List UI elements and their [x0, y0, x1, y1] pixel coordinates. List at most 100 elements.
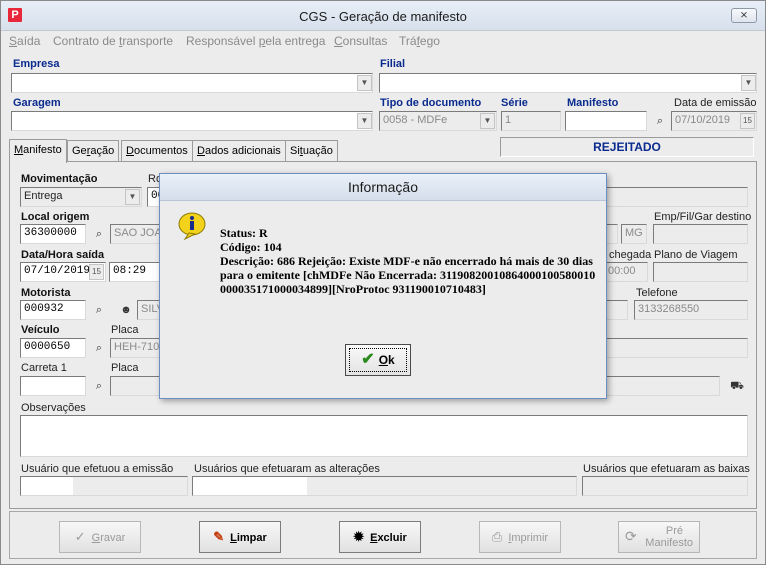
refresh-icon: ⟳	[625, 528, 637, 544]
observacoes-textarea[interactable]	[20, 415, 748, 457]
truck-icon[interactable]: ⛟	[728, 377, 746, 395]
veiculo-description-field[interactable]	[604, 338, 748, 358]
checkmark-icon: ✓	[74, 529, 86, 544]
telefone-field[interactable]: 3133268550	[634, 300, 748, 320]
uf-field[interactable]: MG	[621, 224, 647, 244]
tab-manifesto[interactable]: Manifesto	[9, 139, 67, 163]
filial-label: Filial	[380, 58, 406, 70]
window-title: CGS - Geração de manifesto	[299, 9, 467, 24]
tab-dados-adicionais[interactable]: Dados adicionais	[192, 140, 286, 162]
movimentacao-combo[interactable]: Entrega	[20, 187, 142, 207]
hora-saida-field[interactable]: 08:29	[109, 262, 161, 282]
local-origem-code-field[interactable]: 36300000	[20, 224, 86, 244]
carreta-label: Carreta 1	[21, 362, 67, 374]
codigo-line: Código: 104	[220, 240, 282, 254]
gravar-button[interactable]: ✓ Gravar	[59, 521, 141, 553]
veiculo-code-field[interactable]: 0000650	[20, 338, 86, 358]
carreta-placa-label: Placa	[111, 362, 139, 374]
binoculars-search-icon[interactable]: ⌕	[651, 112, 669, 130]
movimentacao-label: Movimentação	[21, 173, 98, 185]
chevron-down-icon[interactable]: ▼	[357, 75, 372, 91]
local-origem-label: Local origem	[21, 211, 90, 223]
veiculo-label: Veículo	[21, 324, 60, 336]
ro-description-field[interactable]	[604, 187, 748, 207]
tab-geracao[interactable]: Geração	[67, 140, 120, 162]
status-line: Status: R	[220, 226, 268, 240]
status-badge: REJEITADO	[500, 137, 754, 157]
empresa-combo[interactable]	[11, 73, 373, 93]
emp-fil-gar-destino-field[interactable]	[653, 224, 748, 244]
printer-icon: ⎙	[491, 529, 503, 544]
garagem-combo[interactable]	[11, 111, 373, 131]
carreta-code-field[interactable]	[20, 376, 86, 396]
local-origem-name-field[interactable]: SAO JOAO	[110, 224, 160, 244]
dialog-title: Informação	[160, 174, 606, 201]
observacoes-label: Observações	[21, 402, 86, 414]
limpar-button[interactable]: ✎ Limpar	[199, 521, 281, 553]
binoculars-search-icon[interactable]: ⌕	[90, 339, 108, 357]
ok-button[interactable]: ✔ Ok	[345, 344, 411, 376]
info-icon	[177, 212, 211, 241]
dialog-message: Status: R Código: 104 Descrição: 686 Rej…	[220, 226, 598, 296]
carreta-placa-field[interactable]	[110, 376, 160, 396]
motorista-name-field[interactable]: SILV	[137, 300, 161, 320]
filial-combo[interactable]	[379, 73, 757, 93]
placa-label: Placa	[111, 324, 139, 336]
motorista-label: Motorista	[21, 287, 71, 299]
menu-trafego[interactable]: Tráfego	[399, 34, 440, 48]
usuarios-alteracoes-label: Usuários que efetuaram as alterações	[194, 463, 380, 475]
menu-bar: Saída Contrato de transporte Responsável…	[1, 31, 765, 51]
garagem-label: Garagem	[13, 97, 61, 109]
chegada-label: chegada	[609, 249, 652, 261]
chegada-field[interactable]: 00:00	[604, 262, 648, 282]
title-bar: P CGS - Geração de manifesto ⨯	[1, 1, 765, 31]
tipo-documento-label: Tipo de documento	[380, 97, 482, 109]
serie-field[interactable]: 1	[501, 111, 561, 131]
serie-label: Série	[501, 97, 528, 109]
chevron-down-icon[interactable]: ▼	[480, 113, 495, 129]
empresa-label: Empresa	[13, 58, 60, 70]
redacted-block	[21, 477, 73, 495]
placa-field[interactable]: HEH-7106	[110, 338, 160, 358]
excluir-button[interactable]: ✹ Excluir	[339, 521, 421, 553]
manifesto-field[interactable]	[565, 111, 647, 131]
menu-consultas[interactable]: Consultas	[334, 34, 387, 48]
plano-viagem-label: Plano de Viagem	[654, 249, 738, 261]
binoculars-search-icon[interactable]: ⌕	[90, 225, 108, 243]
tab-situacao[interactable]: Situação	[285, 140, 338, 162]
main-window: P CGS - Geração de manifesto ⨯ Saída Con…	[0, 0, 766, 565]
bomb-icon: ✹	[353, 529, 365, 544]
calendar-icon[interactable]: 15	[740, 113, 755, 129]
descricao-line: Descrição: 686 Rejeição: Existe MDF-e nã…	[220, 254, 596, 296]
emp-fil-gar-destino-label: Emp/Fil/Gar destino	[654, 211, 752, 223]
pre-manifesto-button[interactable]: ⟳ Pré Manifesto	[618, 521, 700, 553]
carreta-description-field[interactable]	[604, 376, 720, 396]
chevron-down-icon[interactable]: ▼	[357, 113, 372, 129]
usuario-emissao-label: Usuário que efetuou a emissão	[21, 463, 174, 475]
menu-saida[interactable]: Saída	[9, 34, 40, 48]
data-emissao-label: Data de emissão	[674, 97, 757, 109]
motorista-extra-field[interactable]	[604, 300, 628, 320]
plano-viagem-field[interactable]	[653, 262, 748, 282]
driver-photo-icon[interactable]: ☻	[117, 301, 135, 319]
checkmark-icon: ✔	[361, 351, 375, 368]
data-hora-saida-label: Data/Hora saída	[21, 249, 105, 261]
imprimir-button[interactable]: ⎙ Imprimir	[479, 521, 561, 553]
usuarios-baixas-field	[582, 476, 748, 496]
calendar-icon[interactable]: 15	[89, 264, 104, 280]
motorista-code-field[interactable]: 000932	[20, 300, 86, 320]
close-button[interactable]: ⨯	[731, 8, 757, 23]
menu-responsavel-entrega[interactable]: Responsável pela entrega	[186, 34, 325, 48]
usuarios-baixas-label: Usuários que efetuaram as baixas	[583, 463, 750, 475]
chevron-down-icon[interactable]: ▼	[741, 75, 756, 91]
chevron-down-icon[interactable]: ▼	[125, 189, 140, 205]
information-dialog: Informação Status: R Código: 104 Descriç…	[159, 173, 607, 399]
tab-documentos[interactable]: Documentos	[121, 140, 193, 162]
redacted-block	[193, 477, 307, 495]
eraser-icon: ✎	[213, 529, 225, 544]
telefone-label: Telefone	[636, 287, 678, 299]
menu-contrato-transporte[interactable]: Contrato de transporte	[53, 34, 173, 48]
binoculars-search-icon[interactable]: ⌕	[90, 377, 108, 395]
manifesto-label: Manifesto	[567, 97, 619, 109]
binoculars-search-icon[interactable]: ⌕	[90, 301, 108, 319]
